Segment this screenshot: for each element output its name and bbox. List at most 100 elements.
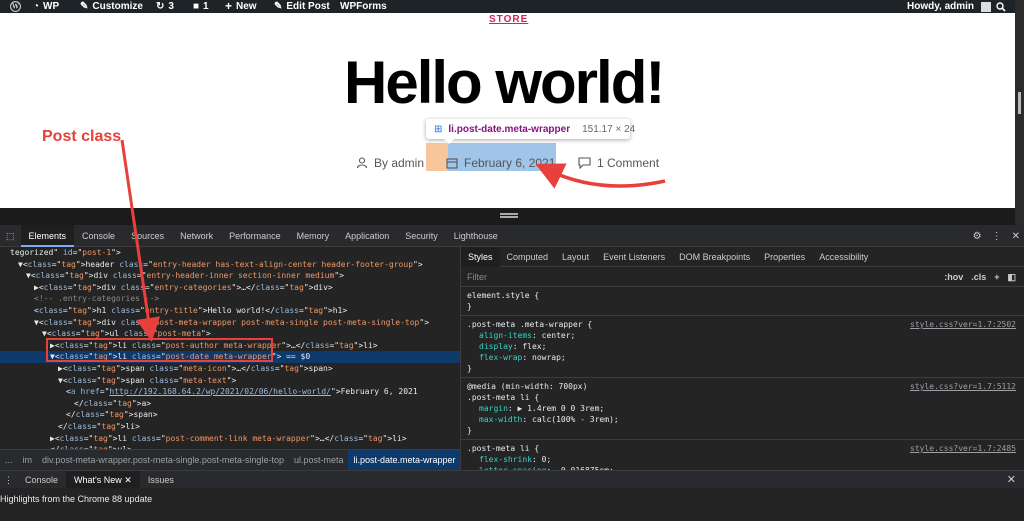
annotation-highlight-box	[46, 338, 273, 362]
post-author[interactable]: By admin	[356, 156, 424, 170]
website-viewport: STORE Hello world! ⊞ li.post-date.meta-w…	[0, 13, 1015, 208]
tab-security[interactable]: Security	[397, 225, 446, 247]
drawer-tab-issues[interactable]: Issues	[140, 471, 182, 489]
account-menu[interactable]: Howdy, admin	[907, 0, 992, 13]
comments-link[interactable]: 1 Comment	[597, 156, 659, 170]
css-rule[interactable]: .post-meta li {flex-shrink: 0;letter-spa…	[461, 440, 1024, 470]
settings-gear-icon[interactable]: ⚙	[973, 231, 982, 242]
customize-menu[interactable]: ✎ Customize	[80, 0, 143, 13]
style-rules: element.style {} .post-meta .meta-wrapper…	[461, 287, 1024, 470]
breadcrumb-item[interactable]: ul.post-meta	[289, 455, 349, 465]
tab-sources[interactable]: Sources	[123, 225, 172, 247]
whats-new-panel: Highlights from the Chrome 88 update	[0, 488, 1024, 521]
dom-node-line[interactable]: </class="tag">span>	[0, 409, 460, 421]
dom-node-line[interactable]: </class="tag">li>	[0, 421, 460, 433]
tab-memory[interactable]: Memory	[289, 225, 338, 247]
styles-tab-accessibility[interactable]: Accessibility	[812, 247, 875, 267]
avatar	[981, 1, 992, 12]
css-rule[interactable]: element.style {}	[461, 287, 1024, 316]
inspect-tooltip: ⊞ li.post-date.meta-wrapper 151.17 × 24	[426, 119, 635, 144]
dom-node-line[interactable]: </class="tag">a>	[0, 398, 460, 410]
tab-application[interactable]: Application	[337, 225, 397, 247]
comments-count: 1	[203, 1, 209, 12]
user-icon	[356, 157, 368, 169]
dom-node-line[interactable]: <!-- .entry-categories -->	[0, 293, 460, 305]
page-scrollbar[interactable]	[1015, 0, 1024, 225]
breadcrumb-item[interactable]: li.post-date.meta-wrapper	[348, 450, 460, 470]
comments-menu[interactable]: ■ 1	[193, 0, 209, 13]
styles-filter-bar: Filter :hov .cls + ◧	[461, 267, 1024, 287]
calendar-icon	[446, 158, 458, 169]
wp-logo-icon[interactable]: W	[10, 0, 21, 13]
edit-post-menu[interactable]: ✎ Edit Post	[274, 0, 330, 13]
tooltip-selector: li.post-date.meta-wrapper	[448, 123, 571, 135]
drawer-tab-what-s-new[interactable]: What's New ✕	[66, 470, 140, 489]
customize-label: Customize	[92, 1, 143, 12]
brush-icon: ✎	[80, 1, 89, 12]
drawer-menu-icon[interactable]: ⋮	[0, 471, 17, 489]
cls-toggle[interactable]: .cls	[971, 272, 986, 282]
tab-lighthouse[interactable]: Lighthouse	[446, 225, 506, 247]
howdy-label: Howdy, admin	[907, 1, 975, 12]
comment-bubble-icon: ■	[193, 1, 200, 12]
wp-admin-bar: W ◔ WP ✎ Customize ↻ 3 ■ 1 + New ✎ Edit …	[0, 0, 1024, 13]
styles-filter-input[interactable]: Filter	[467, 272, 487, 282]
pencil-icon: ✎	[274, 1, 283, 12]
inspect-element-icon[interactable]: ⬚	[0, 225, 21, 247]
breadcrumb-item[interactable]: ...	[0, 455, 18, 465]
css-rule[interactable]: @media (min-width: 700px) .post-meta li {…	[461, 378, 1024, 440]
styles-tab-layout[interactable]: Layout	[555, 247, 596, 267]
tab-performance[interactable]: Performance	[221, 225, 289, 247]
more-options-icon[interactable]: ⋮	[992, 231, 1002, 242]
toggle-sidebar-icon[interactable]: ◧	[1007, 272, 1016, 283]
styles-tab-computed[interactable]: Computed	[500, 247, 556, 267]
scrollbar-thumb[interactable]	[1018, 92, 1021, 114]
dom-node-line[interactable]: ▶<class="tag">div class="entry-categorie…	[0, 282, 460, 294]
devtools-resize-handle[interactable]	[0, 208, 1015, 225]
tab-console[interactable]: Console	[74, 225, 123, 247]
site-name-label: WP	[43, 1, 60, 12]
tooltip-dimensions: 151.17 × 24	[582, 123, 636, 135]
tab-elements[interactable]: Elements	[20, 225, 75, 247]
hov-toggle[interactable]: :hov	[944, 272, 963, 282]
drawer-tab-console[interactable]: Console	[17, 471, 66, 489]
store-link[interactable]: STORE	[489, 14, 528, 25]
grip-icon	[500, 213, 518, 215]
styles-tab-styles[interactable]: Styles	[461, 247, 500, 267]
drawer-tabbar: ⋮ Console What's New ✕ Issues ✕	[0, 470, 1024, 489]
dom-node-line[interactable]: tegorized" id="post-1">	[0, 247, 460, 259]
dom-node-line[interactable]: ▼<class="tag">div class="post-meta-wrapp…	[0, 317, 460, 329]
search-icon[interactable]	[996, 0, 1006, 13]
site-name-menu[interactable]: ◔ WP	[33, 0, 59, 13]
styles-pane: Styles Computed Layout Event Listeners DOM B…	[461, 247, 1024, 470]
css-rule[interactable]: .post-meta .meta-wrapper {align-items: c…	[461, 316, 1024, 378]
breadcrumb-item[interactable]: im	[18, 455, 38, 465]
styles-tab-properties[interactable]: Properties	[757, 247, 812, 267]
close-devtools-icon[interactable]: ✕	[1012, 231, 1020, 242]
new-content-menu[interactable]: + New	[225, 0, 257, 13]
new-rule-plus-icon[interactable]: +	[994, 272, 999, 282]
post-comments[interactable]: 1 Comment	[578, 156, 659, 170]
dom-node-line[interactable]: <class="tag">h1 class="entry-title">Hell…	[0, 305, 460, 317]
dom-node-line[interactable]: <a href="http://192.168.64.2/wp/2021/02/…	[0, 386, 460, 398]
dom-node-line[interactable]: ▼<class="tag">span class="meta-text">	[0, 375, 460, 387]
updates-icon: ↻	[156, 1, 165, 12]
post-date[interactable]: February 6, 2021	[446, 156, 555, 170]
wpforms-menu[interactable]: WPForms	[340, 0, 387, 13]
styles-tab-dom-breakpoints[interactable]: DOM Breakpoints	[672, 247, 757, 267]
whats-new-text: Highlights from the Chrome 88 update	[0, 494, 153, 504]
close-drawer-icon[interactable]: ✕	[1007, 471, 1016, 489]
styles-tab-event-listeners[interactable]: Event Listeners	[596, 247, 672, 267]
date-link[interactable]: February 6, 2021	[464, 156, 555, 170]
dom-node-line[interactable]: ▼<class="tag">header class="entry-header…	[0, 259, 460, 271]
tab-network[interactable]: Network	[172, 225, 221, 247]
dom-node-line[interactable]: ▶<class="tag">li class="post-comment-lin…	[0, 433, 460, 445]
updates-menu[interactable]: ↻ 3	[156, 0, 174, 13]
comment-icon	[578, 157, 591, 169]
breadcrumb-item[interactable]: div.post-meta-wrapper.post-meta-single.p…	[37, 455, 289, 465]
dom-node-line[interactable]: ▼<class="tag">div class="entry-header-in…	[0, 270, 460, 282]
dom-node-line[interactable]: ▶<class="tag">span class="meta-icon">…</…	[0, 363, 460, 375]
plus-icon: +	[225, 0, 233, 13]
edit-post-label: Edit Post	[286, 1, 330, 12]
new-label: New	[236, 1, 257, 12]
